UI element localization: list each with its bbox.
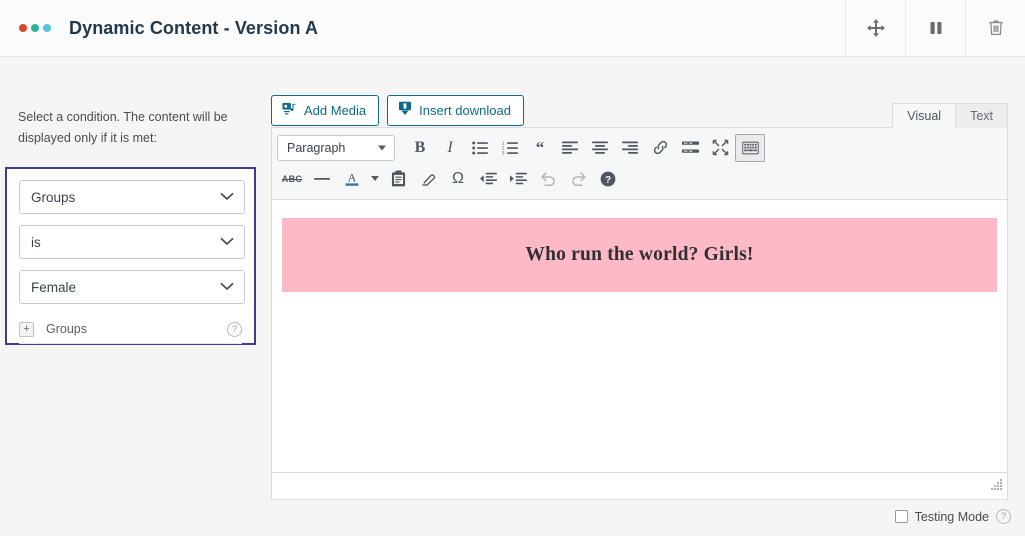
format-select[interactable]: Paragraph [277,134,395,161]
text-color-button[interactable]: A [337,165,367,193]
italic-button[interactable]: I [435,134,465,162]
increase-indent-button[interactable] [503,165,533,193]
add-media-button[interactable]: Add Media [271,94,380,126]
add-condition-button[interactable]: + [19,321,34,337]
testing-mode-row: Testing Mode ? [894,509,1011,524]
logo-dot-blue [43,24,51,32]
add-condition-row: + Groups ? [19,315,242,344]
condition-type-select[interactable]: Groups [19,180,245,214]
insert-download-label: Insert download [419,102,511,118]
strikethrough-button[interactable]: ABC [277,165,307,193]
condition-operator-select[interactable]: is [19,225,245,259]
add-condition-label: Groups [46,322,87,336]
condition-operator-value: is [31,234,41,250]
toolbar-toggle-button[interactable] [735,133,765,162]
resize-grip-icon[interactable] [990,478,1003,496]
chevron-down-icon [220,278,234,296]
page-title: Dynamic Content - Version A [69,17,319,38]
toolbar-row-2: ABC A Ω ? [277,163,1002,194]
tab-text[interactable]: Text [956,103,1008,128]
editor-help-button[interactable]: ? [593,165,623,193]
svg-text:3: 3 [502,150,505,154]
svg-text:A: A [348,171,357,185]
content-highlight-block[interactable]: Who run the world? Girls! [282,218,997,292]
chevron-down-icon [378,145,386,150]
horizontal-rule-button[interactable] [307,165,337,193]
condition-type-value: Groups [31,189,76,205]
insert-link-button[interactable] [645,134,675,162]
download-icon [398,101,412,119]
toolbar-row-1: Paragraph B I 1 2 3 “ [277,132,1002,163]
text-color-dropdown[interactable] [367,165,383,193]
undo-button[interactable] [533,165,563,193]
editor-media-bar: Add Media Insert download Visual Text [271,93,1008,128]
app-header: Dynamic Content - Version A [0,0,1025,57]
condition-panel: Groups is Female + Groups ? [5,167,256,345]
paste-as-text-button[interactable] [383,165,413,193]
header-actions [845,0,1025,56]
help-icon[interactable]: ? [227,321,242,337]
app-page: Dynamic Content - Version A Select a con… [0,0,1025,536]
editor-mode-tabs: Visual Text [892,103,1008,128]
insert-download-button[interactable]: Insert download [387,94,524,126]
move-icon[interactable] [845,0,905,56]
condition-value-value: Female [31,279,77,295]
chevron-down-icon [220,233,234,251]
editor-content-area[interactable]: Who run the world? Girls! [272,200,1007,472]
trash-icon[interactable] [965,0,1025,56]
numbered-list-button[interactable]: 1 2 3 [495,134,525,162]
align-left-button[interactable] [555,134,585,162]
editor-container: Add Media Insert download Visual Text Pa… [271,93,1008,500]
editor-toolbar: Paragraph B I 1 2 3 “ ABC A Ω ? [272,128,1007,200]
read-more-button[interactable] [675,134,705,162]
condition-instruction: Select a condition. The content will be … [18,110,228,145]
logo-dot-teal [31,24,39,32]
special-character-button[interactable]: Ω [443,165,473,193]
tab-visual[interactable]: Visual [892,103,957,128]
align-center-button[interactable] [585,134,615,162]
testing-mode-label: Testing Mode [914,509,989,524]
format-select-value: Paragraph [287,140,346,155]
help-icon[interactable]: ? [996,509,1011,524]
add-media-label: Add Media [304,102,367,118]
decrease-indent-button[interactable] [473,165,503,193]
bold-button[interactable]: B [405,134,435,162]
testing-mode-checkbox[interactable] [894,510,908,523]
blockquote-button[interactable]: “ [525,134,555,162]
media-icon [282,101,297,119]
clear-formatting-button[interactable] [413,165,443,193]
bulleted-list-button[interactable] [465,134,495,162]
align-right-button[interactable] [615,134,645,162]
svg-text:?: ? [605,174,611,185]
fullscreen-button[interactable] [705,134,735,162]
editor-status-bar [272,472,1007,499]
content-heading-text: Who run the world? Girls! [525,244,754,265]
chevron-down-icon [220,188,234,206]
condition-value-select[interactable]: Female [19,270,245,304]
editor-box: Paragraph B I 1 2 3 “ ABC A Ω ? Who run … [271,127,1008,500]
logo-dots [19,24,51,32]
logo-dot-red [19,24,27,32]
redo-button[interactable] [563,165,593,193]
pause-icon[interactable] [905,0,965,56]
